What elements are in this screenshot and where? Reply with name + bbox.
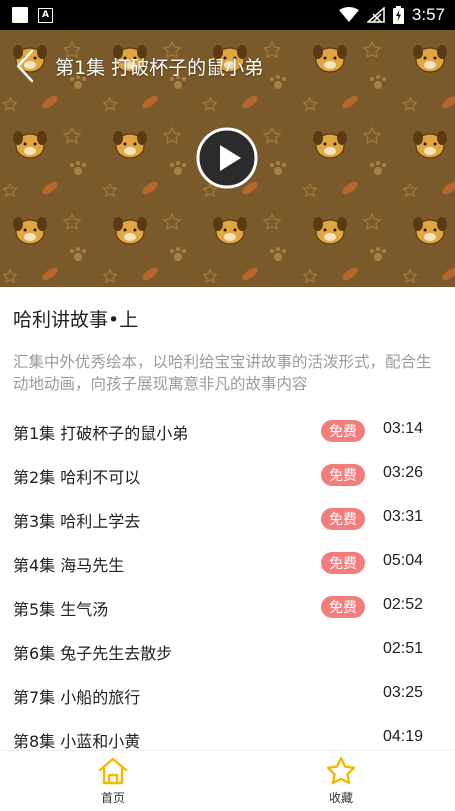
episode-duration: 02:52 xyxy=(383,596,424,613)
episode-title: 第1集 打破杯子的鼠小弟 xyxy=(13,424,189,443)
episode-duration: 05:04 xyxy=(383,552,424,569)
status-bar: A 3:57 xyxy=(0,0,455,30)
free-badge: 免费 xyxy=(321,552,365,574)
video-player[interactable]: 第1集 打破杯子的鼠小弟 xyxy=(0,30,455,287)
episode-title: 第4集 海马先生 xyxy=(13,556,125,575)
episode-row[interactable]: 第7集 小船的旅行 03:25 xyxy=(0,674,455,718)
episode-title: 第7集 小船的旅行 xyxy=(13,688,141,707)
episode-duration: 03:31 xyxy=(383,508,424,525)
episode-row[interactable]: 第5集 生气汤 免费 02:52 xyxy=(0,586,455,630)
episode-duration: 03:14 xyxy=(383,420,424,437)
home-icon xyxy=(98,757,128,785)
episode-title: 第8集 小蓝和小黄 xyxy=(13,732,141,750)
free-badge: 免费 xyxy=(321,420,365,442)
back-button[interactable] xyxy=(12,48,42,84)
episode-duration: 03:26 xyxy=(383,464,424,481)
episode-row[interactable]: 第4集 海马先生 免费 05:04 xyxy=(0,542,455,586)
free-badge: 免费 xyxy=(321,596,365,618)
episode-duration: 03:25 xyxy=(383,684,424,701)
nav-favorites[interactable]: 收藏 xyxy=(301,751,381,811)
wifi-icon xyxy=(338,7,359,22)
episode-title: 第5集 生气汤 xyxy=(13,600,109,619)
episode-title: 第3集 哈利上学去 xyxy=(13,512,141,531)
album-title: 哈利讲故事•上 xyxy=(13,309,139,331)
episode-duration: 02:51 xyxy=(383,640,424,657)
nav-home[interactable]: 首页 xyxy=(73,751,153,811)
video-title: 第1集 打破杯子的鼠小弟 xyxy=(55,57,264,79)
battery-charging-icon xyxy=(392,6,404,24)
nav-home-label: 首页 xyxy=(100,791,125,805)
episode-row[interactable]: 第2集 哈利不可以 免费 03:26 xyxy=(0,454,455,498)
episode-row[interactable]: 第8集 小蓝和小黄 04:19 xyxy=(0,718,455,750)
free-badge: 免费 xyxy=(321,508,365,530)
episode-title: 第6集 兔子先生去散步 xyxy=(13,644,173,663)
episode-list[interactable]: 第1集 打破杯子的鼠小弟 免费 03:14 第2集 哈利不可以 免费 03:26… xyxy=(0,410,455,750)
episode-title: 第2集 哈利不可以 xyxy=(13,468,141,487)
free-badge: 免费 xyxy=(321,464,365,486)
app-notification-icon: A xyxy=(38,7,53,23)
star-icon xyxy=(326,756,356,785)
episode-row[interactable]: 第6集 兔子先生去散步 02:51 xyxy=(0,630,455,674)
episode-row[interactable]: 第1集 打破杯子的鼠小弟 免费 03:14 xyxy=(0,410,455,454)
bottom-nav: 首页 收藏 xyxy=(0,750,455,810)
album-description: 汇集中外优秀绘本，以哈利给宝宝讲故事的活泼形式，配合生动地动画，向孩子展现寓意非… xyxy=(13,353,432,393)
episode-duration: 04:19 xyxy=(383,728,424,745)
play-button[interactable] xyxy=(196,127,258,189)
status-time: 3:57 xyxy=(411,5,445,24)
nav-favorites-label: 收藏 xyxy=(328,791,353,805)
episode-row[interactable]: 第3集 哈利上学去 免费 03:31 xyxy=(0,498,455,542)
signal-icon xyxy=(366,7,385,23)
notification-icon xyxy=(12,7,28,23)
